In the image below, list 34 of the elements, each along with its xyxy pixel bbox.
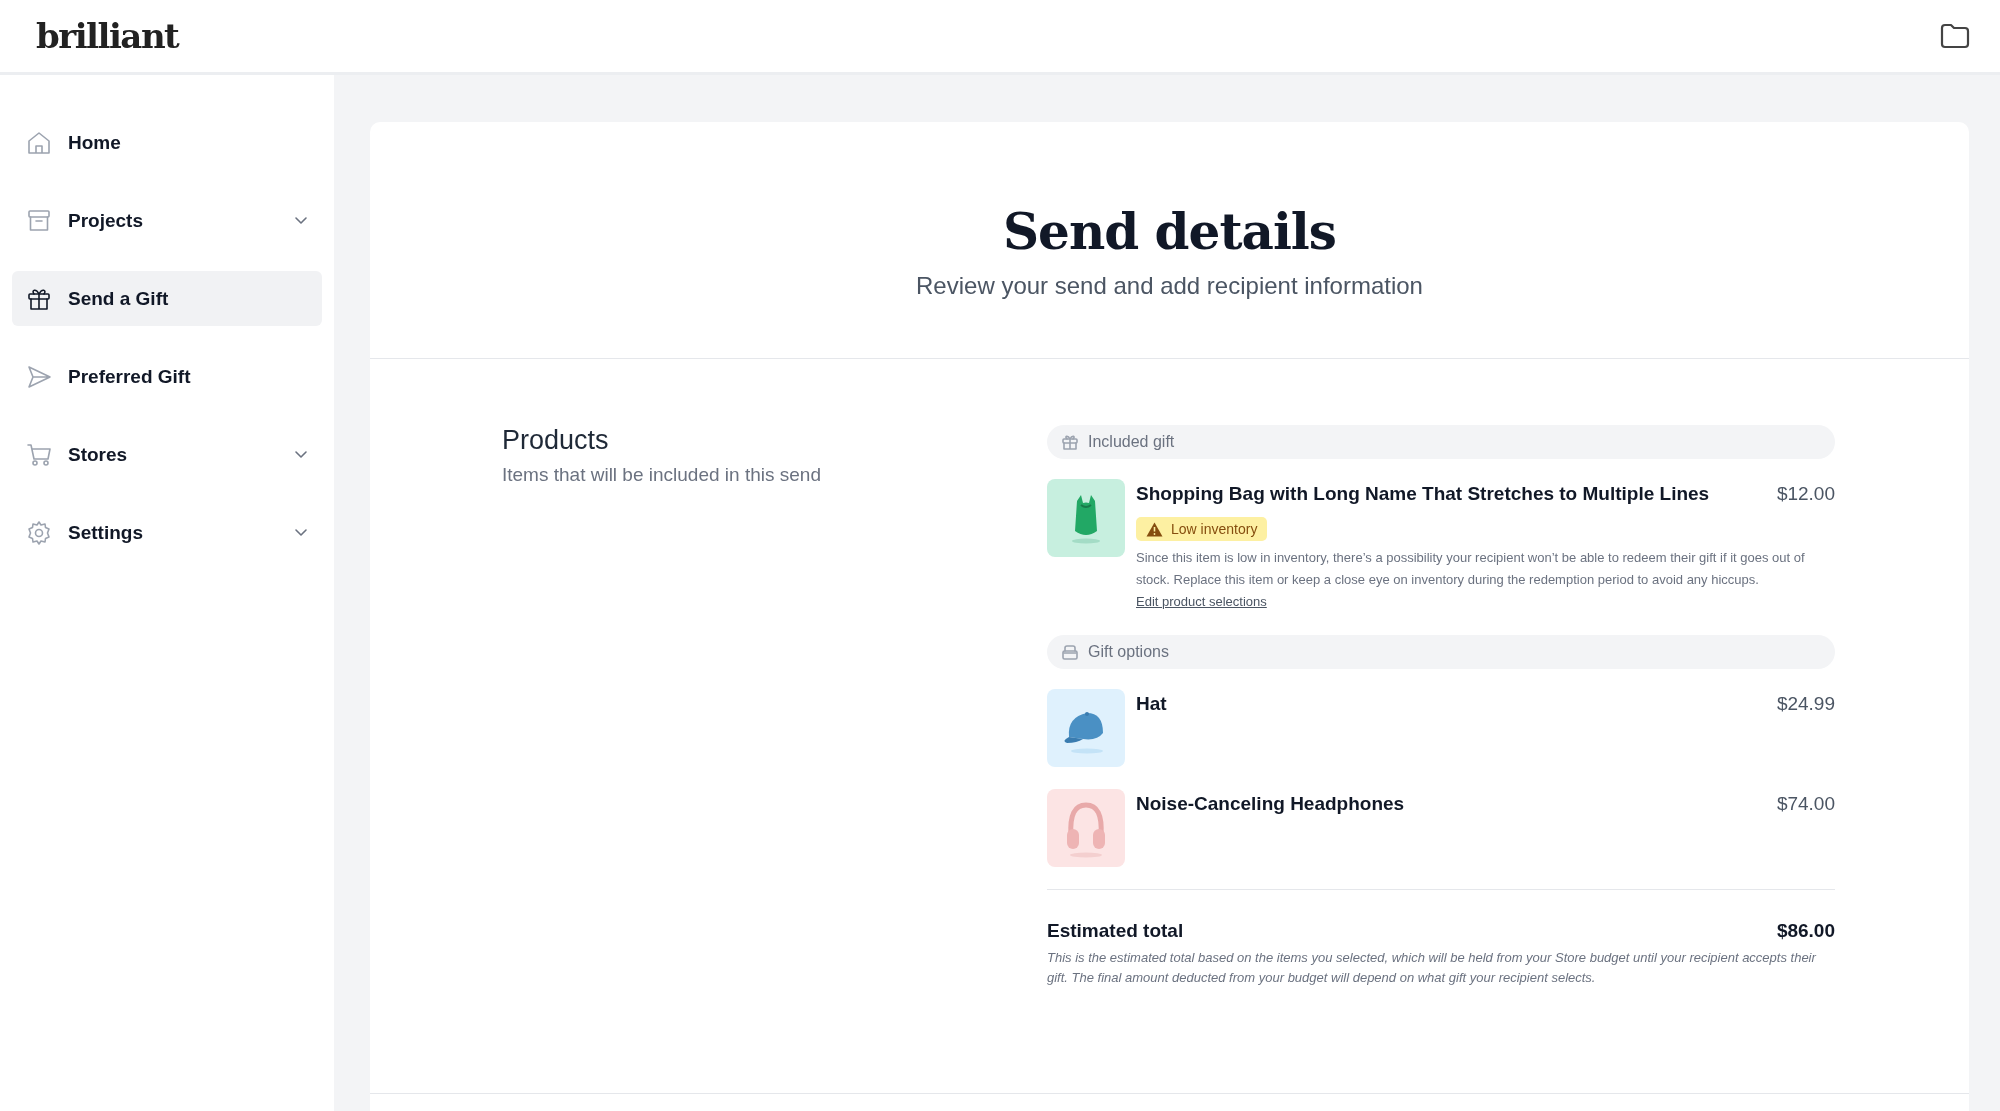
sidebar-item[interactable]: Preferred Gift: [12, 349, 322, 404]
home-icon: [26, 129, 52, 156]
settings-icon: [26, 519, 52, 546]
warning-text: Since this item is low in inventory, there’s a possibility your recipient won’t be able to redeem their gift if it goes out of stock. Replace this item or keep a close eye on inventory during the redemption period to avoid any hiccups. Edit product selections: [1136, 549, 1806, 611]
sidebar-item[interactable]: Settings: [12, 505, 322, 560]
product-price: $24.99: [1776, 693, 1835, 715]
product-price: $12.00: [1776, 483, 1835, 505]
section-title: Products: [502, 425, 610, 456]
total-note: This is the estimated total based on the items you selected, which will be held from your Store budget until your recipient accepts their gift. The final amount deducted from your budget will depend on what gift your recipient selects.: [1047, 949, 1818, 987]
edit-link[interactable]: Edit product selections: [1136, 594, 1267, 609]
logo[interactable]: brilliant: [36, 16, 179, 56]
total-label: Estimated total: [1047, 920, 1184, 942]
gift-icon: [1061, 433, 1079, 451]
folder-icon: [1940, 23, 1970, 49]
badge-label: Low inventory: [1171, 521, 1258, 537]
sidebar-item[interactable]: Projects: [12, 193, 322, 248]
sidebar-item[interactable]: Home: [12, 115, 322, 170]
sidebar-item[interactable]: Stores: [12, 427, 322, 482]
cart-icon: [26, 441, 52, 468]
page-title: Send details: [1002, 202, 1336, 262]
archive-box-icon: [26, 207, 52, 234]
group-label: Gift options: [1088, 643, 1169, 661]
product-name: Noise-Canceling Headphones: [1136, 793, 1405, 815]
section-description: Items that will be included in this send: [502, 464, 822, 486]
warning-icon: [1146, 521, 1163, 537]
product-price: $74.00: [1776, 793, 1835, 815]
product-name: Shopping Bag with Long Name That Stretches to Multiple Lines: [1136, 483, 1710, 505]
sidebar-item[interactable]: Send a Gift: [12, 271, 322, 326]
total-amount: $86.00: [1776, 920, 1835, 942]
send-icon: [26, 363, 52, 390]
stacked-box-icon: [1061, 643, 1079, 661]
page-subtitle: Review your send and add recipient information: [916, 272, 1423, 300]
product-name: Hat: [1136, 693, 1167, 715]
group-label: Included gift: [1088, 433, 1175, 451]
